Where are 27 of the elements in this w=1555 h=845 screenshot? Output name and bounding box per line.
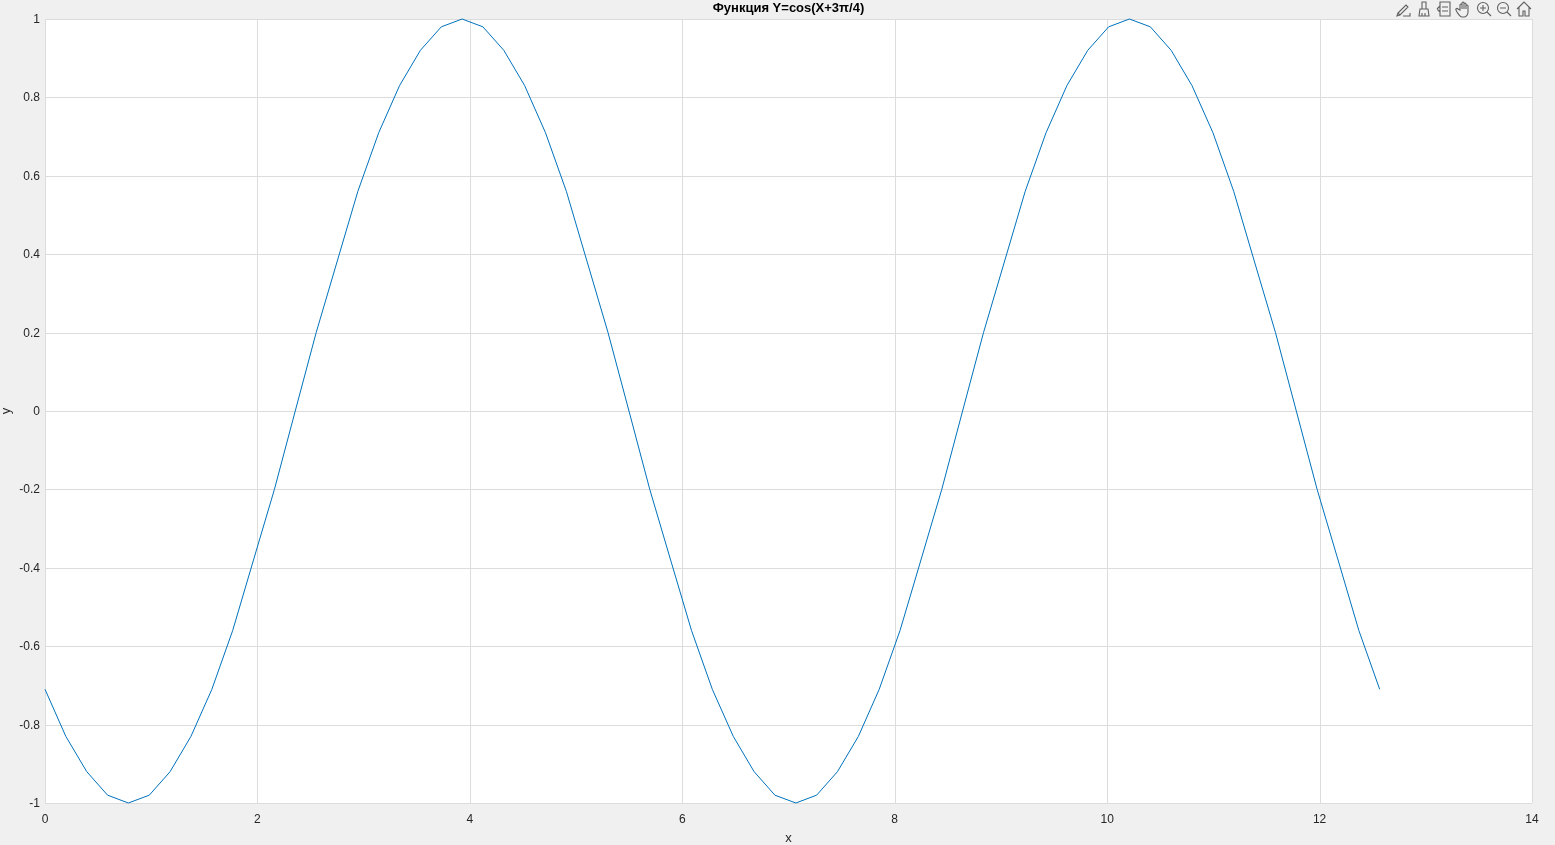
legend-icon[interactable] [1435, 0, 1453, 18]
home-icon[interactable] [1515, 0, 1533, 18]
zoom-out-icon[interactable] [1495, 0, 1513, 18]
tick-label: 0.6 [23, 168, 40, 183]
tick-label: 0 [33, 404, 40, 418]
chart-title: Функция Y=cos(X+3π/4) [712, 0, 865, 15]
tick-label: 2 [254, 812, 261, 826]
tick-label: -0.6 [19, 639, 40, 654]
axis-label: x [785, 830, 792, 845]
brush-icon[interactable] [1415, 0, 1433, 18]
tick-label: 0.4 [23, 247, 40, 262]
tick-label: 0.8 [23, 90, 40, 105]
tick-label: 0 [41, 812, 49, 826]
tick-label: 0.2 [23, 325, 40, 340]
zoom-in-icon[interactable] [1475, 0, 1493, 18]
tick-label: 12 [1312, 812, 1327, 826]
tick-label: 10 [1100, 812, 1114, 826]
tick-label: 8 [891, 812, 899, 826]
tick-label: -1 [29, 796, 40, 810]
tick-label: -0.2 [19, 482, 40, 497]
tick-label: 4 [466, 812, 474, 826]
axis-label: y [0, 407, 13, 415]
tick-label: 1 [33, 12, 40, 26]
tick-label: 6 [678, 812, 686, 826]
tick-label: -0.4 [19, 560, 40, 575]
tick-label: 14 [1525, 812, 1539, 826]
tick-label: -0.8 [19, 717, 40, 732]
